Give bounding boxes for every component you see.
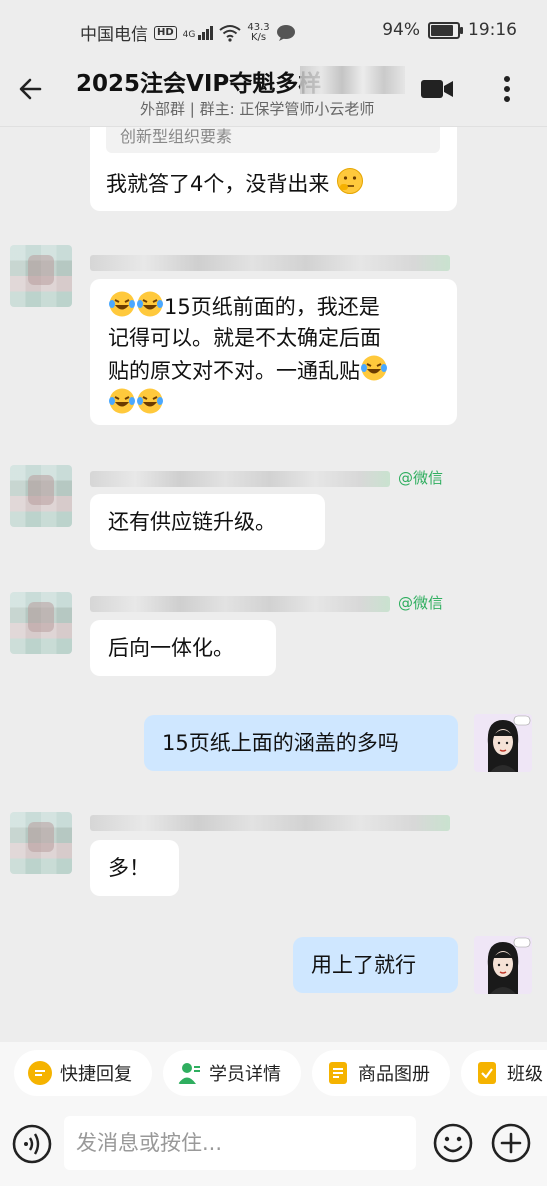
catalog-icon (329, 1062, 347, 1084)
message-text: 后向一体化。 (108, 636, 234, 660)
wifi-icon (219, 24, 241, 42)
chip-label: 快捷回复 (60, 1064, 132, 1085)
message-text: 还有供应链升级。 (108, 510, 276, 534)
message-bubble[interactable]: 后向一体化。 (90, 620, 276, 676)
class-button[interactable]: 班级 (461, 1050, 547, 1096)
message-text: 我就答了4个，没背出来 (106, 167, 364, 200)
profile-cartoon-icon (474, 714, 532, 772)
my-avatar[interactable] (474, 714, 532, 772)
chip-label: 商品图册 (358, 1064, 430, 1085)
chip-label: 学员详情 (209, 1064, 281, 1085)
battery-percent: 94% (382, 20, 420, 40)
more-options-icon[interactable] (495, 72, 519, 106)
group-subtitle: 外部群 | 群主: 正保学管师小云老师 (140, 100, 375, 118)
thinking-emoji-icon (337, 168, 364, 194)
signal-icon: 4G (182, 25, 214, 40)
profile-cartoon-icon (474, 936, 532, 994)
back-arrow-icon[interactable] (16, 72, 50, 106)
status-bar: 中国电信 HD 4G 43.3 K/s 94% 19:16 (0, 0, 547, 60)
wechat-tag: @微信 (398, 594, 444, 612)
voice-input-icon[interactable] (12, 1124, 52, 1164)
battery-icon (428, 21, 463, 39)
wechat-tag: @微信 (398, 469, 444, 487)
quick-action-bar: 快捷回复 学员详情 商品图册 班级 (0, 1042, 547, 1104)
quoted-message: 创新型组织要素 (106, 127, 440, 153)
sender-avatar[interactable] (10, 465, 72, 527)
sender-name-redacted (90, 815, 450, 831)
carrier-label: 中国电信 (80, 25, 148, 45)
laughing-tears-emoji-icon (137, 291, 163, 317)
status-right: 94% 19:16 (382, 20, 517, 40)
message-text-content: 我就答了4个，没背出来 (106, 172, 330, 196)
sender-name-redacted (90, 471, 390, 487)
quick-reply-button[interactable]: 快捷回复 (14, 1050, 152, 1096)
input-bar: 发消息或按住... (0, 1104, 547, 1186)
title-redaction (300, 66, 405, 94)
sender-name-redacted (90, 596, 390, 612)
message-bubble[interactable]: 15页纸前面的，我还是 记得可以。就是不太确定后面 贴的原文对不对。一通乱贴 (90, 279, 457, 425)
message-text: 15页纸上面的涵盖的多吗 (162, 731, 399, 755)
message-list[interactable]: 创新型组织要素 我就答了4个，没背出来 15页纸前面的，我还是 记得可以。就是不… (0, 127, 547, 1030)
speed-unit: K/s (250, 31, 267, 43)
laughing-tears-emoji-icon (137, 388, 163, 414)
message-text: 多！ (108, 856, 150, 880)
sender-name-redacted (90, 255, 450, 271)
clock: 19:16 (468, 20, 517, 40)
message-text: 15页纸前面的，我还是 记得可以。就是不太确定后面 贴的原文对不对。一通乱贴 (108, 290, 439, 420)
emoji-icon[interactable] (432, 1122, 474, 1164)
message-line: 15页纸前面的，我还是 (164, 295, 380, 319)
message-input[interactable]: 发消息或按住... (64, 1116, 416, 1170)
message-notification-icon (276, 24, 295, 41)
sender-avatar[interactable] (10, 592, 72, 654)
message-line: 记得可以。就是不太确定后面 (108, 326, 381, 350)
quick-reply-icon (28, 1061, 52, 1085)
laughing-tears-emoji-icon (109, 291, 135, 317)
my-avatar[interactable] (474, 936, 532, 994)
network-speed: 43.3 K/s (247, 22, 269, 43)
laughing-tears-emoji-icon (109, 388, 135, 414)
message-text: 用上了就行 (311, 953, 416, 977)
sender-avatar[interactable] (10, 245, 72, 307)
my-message-bubble[interactable]: 用上了就行 (293, 937, 458, 993)
laughing-tears-emoji-icon (361, 355, 387, 381)
message-bubble[interactable]: 多！ (90, 840, 179, 896)
message-bubble[interactable]: 还有供应链升级。 (90, 494, 325, 550)
hd-badge: HD (154, 25, 177, 40)
sender-avatar[interactable] (10, 812, 72, 874)
student-details-button[interactable]: 学员详情 (163, 1050, 301, 1096)
network-type-label: 4G (182, 29, 196, 40)
class-icon (478, 1062, 496, 1084)
video-call-icon[interactable] (420, 76, 454, 102)
chip-label: 班级 (507, 1064, 543, 1085)
student-profile-icon (178, 1063, 200, 1084)
my-message-bubble[interactable]: 15页纸上面的涵盖的多吗 (144, 715, 458, 771)
message-line: 贴的原文对不对。一通乱贴 (108, 359, 360, 383)
plus-icon[interactable] (490, 1122, 532, 1164)
product-catalog-button[interactable]: 商品图册 (312, 1050, 450, 1096)
status-left: 中国电信 HD 4G 43.3 K/s (80, 20, 296, 45)
chat-header: 2025注会VIP夺魁多样 外部群 | 群主: 正保学管师小云老师 (0, 60, 547, 127)
